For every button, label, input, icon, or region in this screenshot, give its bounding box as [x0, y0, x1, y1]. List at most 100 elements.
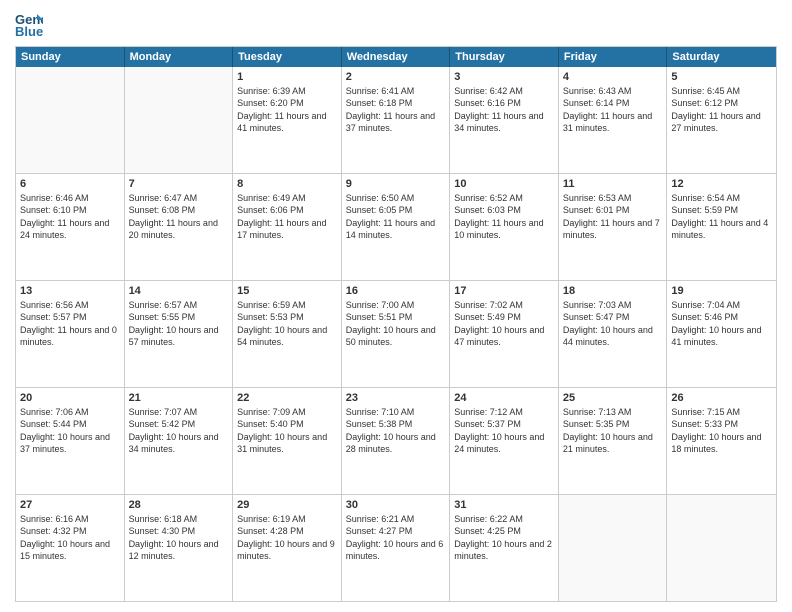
day-info: Sunrise: 6:47 AM Sunset: 6:08 PM Dayligh… [129, 192, 229, 241]
weekday-header-saturday: Saturday [667, 47, 776, 67]
day-cell-24: 24Sunrise: 7:12 AM Sunset: 5:37 PM Dayli… [450, 388, 559, 494]
day-cell-13: 13Sunrise: 6:56 AM Sunset: 5:57 PM Dayli… [16, 281, 125, 387]
day-cell-19: 19Sunrise: 7:04 AM Sunset: 5:46 PM Dayli… [667, 281, 776, 387]
weekday-header-sunday: Sunday [16, 47, 125, 67]
weekday-header-thursday: Thursday [450, 47, 559, 67]
day-info: Sunrise: 7:15 AM Sunset: 5:33 PM Dayligh… [671, 406, 772, 455]
day-number: 13 [20, 284, 120, 298]
day-info: Sunrise: 6:19 AM Sunset: 4:28 PM Dayligh… [237, 513, 337, 562]
day-cell-20: 20Sunrise: 7:06 AM Sunset: 5:44 PM Dayli… [16, 388, 125, 494]
day-number: 1 [237, 70, 337, 84]
logo-icon: General Blue [15, 10, 43, 38]
day-cell-23: 23Sunrise: 7:10 AM Sunset: 5:38 PM Dayli… [342, 388, 451, 494]
weekday-header-monday: Monday [125, 47, 234, 67]
day-info: Sunrise: 7:03 AM Sunset: 5:47 PM Dayligh… [563, 299, 663, 348]
calendar: SundayMondayTuesdayWednesdayThursdayFrid… [15, 46, 777, 602]
day-info: Sunrise: 6:54 AM Sunset: 5:59 PM Dayligh… [671, 192, 772, 241]
day-cell-17: 17Sunrise: 7:02 AM Sunset: 5:49 PM Dayli… [450, 281, 559, 387]
day-number: 28 [129, 498, 229, 512]
day-number: 17 [454, 284, 554, 298]
day-cell-30: 30Sunrise: 6:21 AM Sunset: 4:27 PM Dayli… [342, 495, 451, 601]
day-number: 5 [671, 70, 772, 84]
calendar-row-2: 13Sunrise: 6:56 AM Sunset: 5:57 PM Dayli… [16, 281, 776, 388]
day-number: 31 [454, 498, 554, 512]
empty-cell [559, 495, 668, 601]
weekday-header-friday: Friday [559, 47, 668, 67]
day-info: Sunrise: 6:52 AM Sunset: 6:03 PM Dayligh… [454, 192, 554, 241]
empty-cell [16, 67, 125, 173]
day-number: 27 [20, 498, 120, 512]
day-cell-11: 11Sunrise: 6:53 AM Sunset: 6:01 PM Dayli… [559, 174, 668, 280]
day-cell-27: 27Sunrise: 6:16 AM Sunset: 4:32 PM Dayli… [16, 495, 125, 601]
logo: General Blue [15, 10, 47, 38]
day-info: Sunrise: 6:45 AM Sunset: 6:12 PM Dayligh… [671, 85, 772, 134]
calendar-row-4: 27Sunrise: 6:16 AM Sunset: 4:32 PM Dayli… [16, 495, 776, 601]
day-cell-10: 10Sunrise: 6:52 AM Sunset: 6:03 PM Dayli… [450, 174, 559, 280]
day-number: 8 [237, 177, 337, 191]
calendar-header: SundayMondayTuesdayWednesdayThursdayFrid… [16, 47, 776, 67]
day-number: 19 [671, 284, 772, 298]
day-cell-21: 21Sunrise: 7:07 AM Sunset: 5:42 PM Dayli… [125, 388, 234, 494]
day-number: 26 [671, 391, 772, 405]
day-cell-2: 2Sunrise: 6:41 AM Sunset: 6:18 PM Daylig… [342, 67, 451, 173]
day-info: Sunrise: 7:02 AM Sunset: 5:49 PM Dayligh… [454, 299, 554, 348]
day-cell-4: 4Sunrise: 6:43 AM Sunset: 6:14 PM Daylig… [559, 67, 668, 173]
day-number: 21 [129, 391, 229, 405]
day-info: Sunrise: 6:21 AM Sunset: 4:27 PM Dayligh… [346, 513, 446, 562]
day-number: 7 [129, 177, 229, 191]
day-number: 3 [454, 70, 554, 84]
day-number: 24 [454, 391, 554, 405]
day-number: 12 [671, 177, 772, 191]
day-number: 6 [20, 177, 120, 191]
calendar-body: 1Sunrise: 6:39 AM Sunset: 6:20 PM Daylig… [16, 67, 776, 601]
day-info: Sunrise: 6:42 AM Sunset: 6:16 PM Dayligh… [454, 85, 554, 134]
day-info: Sunrise: 6:43 AM Sunset: 6:14 PM Dayligh… [563, 85, 663, 134]
day-number: 30 [346, 498, 446, 512]
day-info: Sunrise: 6:50 AM Sunset: 6:05 PM Dayligh… [346, 192, 446, 241]
day-cell-31: 31Sunrise: 6:22 AM Sunset: 4:25 PM Dayli… [450, 495, 559, 601]
day-number: 25 [563, 391, 663, 405]
page: General Blue SundayMondayTuesdayWednesda… [0, 0, 792, 612]
day-cell-3: 3Sunrise: 6:42 AM Sunset: 6:16 PM Daylig… [450, 67, 559, 173]
day-info: Sunrise: 6:49 AM Sunset: 6:06 PM Dayligh… [237, 192, 337, 241]
empty-cell [667, 495, 776, 601]
day-number: 15 [237, 284, 337, 298]
day-number: 20 [20, 391, 120, 405]
day-cell-29: 29Sunrise: 6:19 AM Sunset: 4:28 PM Dayli… [233, 495, 342, 601]
day-cell-1: 1Sunrise: 6:39 AM Sunset: 6:20 PM Daylig… [233, 67, 342, 173]
day-number: 9 [346, 177, 446, 191]
day-info: Sunrise: 7:04 AM Sunset: 5:46 PM Dayligh… [671, 299, 772, 348]
day-cell-8: 8Sunrise: 6:49 AM Sunset: 6:06 PM Daylig… [233, 174, 342, 280]
weekday-header-wednesday: Wednesday [342, 47, 451, 67]
day-info: Sunrise: 6:46 AM Sunset: 6:10 PM Dayligh… [20, 192, 120, 241]
day-cell-5: 5Sunrise: 6:45 AM Sunset: 6:12 PM Daylig… [667, 67, 776, 173]
day-number: 22 [237, 391, 337, 405]
day-info: Sunrise: 7:09 AM Sunset: 5:40 PM Dayligh… [237, 406, 337, 455]
day-cell-9: 9Sunrise: 6:50 AM Sunset: 6:05 PM Daylig… [342, 174, 451, 280]
day-cell-6: 6Sunrise: 6:46 AM Sunset: 6:10 PM Daylig… [16, 174, 125, 280]
calendar-row-1: 6Sunrise: 6:46 AM Sunset: 6:10 PM Daylig… [16, 174, 776, 281]
day-info: Sunrise: 6:56 AM Sunset: 5:57 PM Dayligh… [20, 299, 120, 348]
day-info: Sunrise: 7:13 AM Sunset: 5:35 PM Dayligh… [563, 406, 663, 455]
weekday-header-tuesday: Tuesday [233, 47, 342, 67]
day-number: 4 [563, 70, 663, 84]
calendar-row-3: 20Sunrise: 7:06 AM Sunset: 5:44 PM Dayli… [16, 388, 776, 495]
day-info: Sunrise: 6:59 AM Sunset: 5:53 PM Dayligh… [237, 299, 337, 348]
day-info: Sunrise: 6:22 AM Sunset: 4:25 PM Dayligh… [454, 513, 554, 562]
calendar-row-0: 1Sunrise: 6:39 AM Sunset: 6:20 PM Daylig… [16, 67, 776, 174]
day-cell-14: 14Sunrise: 6:57 AM Sunset: 5:55 PM Dayli… [125, 281, 234, 387]
day-info: Sunrise: 6:16 AM Sunset: 4:32 PM Dayligh… [20, 513, 120, 562]
day-number: 29 [237, 498, 337, 512]
day-cell-26: 26Sunrise: 7:15 AM Sunset: 5:33 PM Dayli… [667, 388, 776, 494]
day-number: 2 [346, 70, 446, 84]
day-number: 10 [454, 177, 554, 191]
day-info: Sunrise: 6:39 AM Sunset: 6:20 PM Dayligh… [237, 85, 337, 134]
day-info: Sunrise: 7:10 AM Sunset: 5:38 PM Dayligh… [346, 406, 446, 455]
day-cell-15: 15Sunrise: 6:59 AM Sunset: 5:53 PM Dayli… [233, 281, 342, 387]
day-cell-22: 22Sunrise: 7:09 AM Sunset: 5:40 PM Dayli… [233, 388, 342, 494]
day-info: Sunrise: 7:12 AM Sunset: 5:37 PM Dayligh… [454, 406, 554, 455]
day-number: 11 [563, 177, 663, 191]
empty-cell [125, 67, 234, 173]
day-cell-16: 16Sunrise: 7:00 AM Sunset: 5:51 PM Dayli… [342, 281, 451, 387]
day-info: Sunrise: 6:57 AM Sunset: 5:55 PM Dayligh… [129, 299, 229, 348]
